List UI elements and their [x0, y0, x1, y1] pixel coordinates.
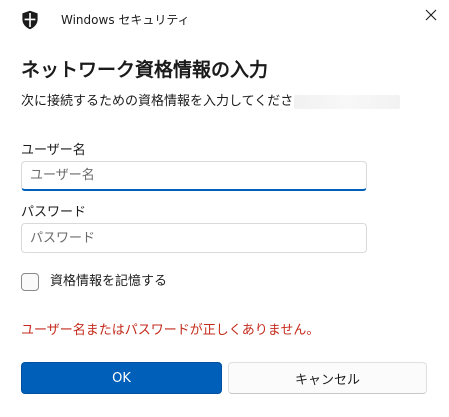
close-icon	[425, 6, 437, 25]
cancel-button[interactable]: キャンセル	[228, 362, 427, 394]
credential-dialog: Windows セキュリティ ネットワーク資格情報の入力 次に接続するための資格…	[0, 0, 449, 417]
target-server-name	[294, 95, 400, 109]
close-button[interactable]	[416, 0, 446, 30]
dialog-heading: ネットワーク資格情報の入力	[21, 59, 269, 81]
title-bar: Windows セキュリティ	[0, 0, 449, 40]
remember-credentials-checkbox[interactable]	[21, 273, 39, 291]
shield-icon	[21, 10, 39, 30]
password-input[interactable]	[21, 223, 367, 253]
username-input[interactable]	[21, 161, 367, 191]
password-label: パスワード	[21, 205, 87, 220]
instruction-text: 次に接続するための資格情報を入力してください:	[21, 94, 311, 109]
window-title: Windows セキュリティ	[61, 13, 190, 27]
error-message: ユーザー名またはパスワードが正しくありません。	[21, 323, 320, 338]
remember-credentials-label: 資格情報を記憶する	[50, 274, 168, 289]
username-label: ユーザー名	[21, 143, 86, 158]
ok-button[interactable]: OK	[21, 362, 222, 394]
remember-credentials-row[interactable]: 資格情報を記憶する	[21, 272, 167, 292]
